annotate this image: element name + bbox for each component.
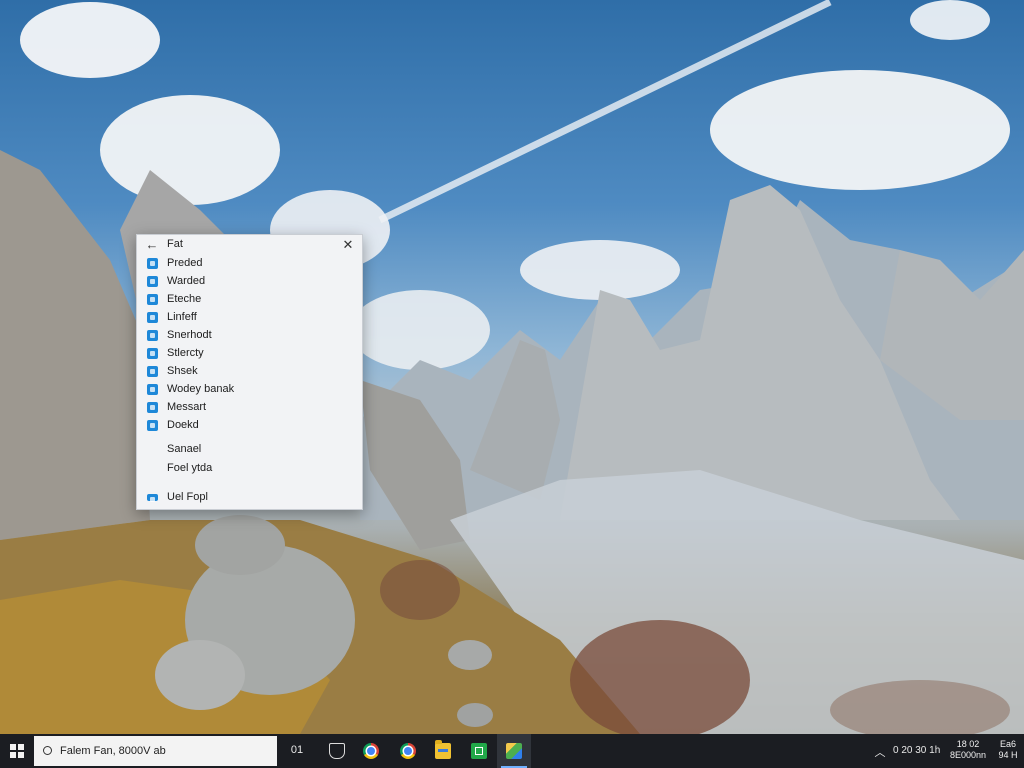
- photos-icon: [506, 743, 522, 759]
- shield-icon: [329, 743, 345, 759]
- menu-item-preded[interactable]: Preded: [145, 255, 355, 272]
- app-icon: [147, 366, 158, 377]
- menu-item-doekd[interactable]: Doekd: [145, 417, 355, 434]
- app-icon: [147, 384, 158, 395]
- taskbar-app-green[interactable]: [462, 734, 496, 768]
- context-menu-panel: ← Fat ✕ Preded Warded Eteche Linfeff Sne…: [136, 234, 363, 510]
- menu-header: ← Fat ✕: [137, 235, 362, 255]
- taskbar-app-photos[interactable]: [497, 734, 531, 768]
- taskbar-app-chrome-2[interactable]: [391, 734, 425, 768]
- menu-item-label: Shsek: [167, 365, 198, 377]
- taskbar-app-file-explorer[interactable]: [426, 734, 460, 768]
- menu-item-label: Uel Fopl: [167, 491, 208, 503]
- close-icon[interactable]: ✕: [340, 237, 356, 253]
- menu-item-shsek[interactable]: Shsek: [145, 363, 355, 380]
- app-icon: [147, 420, 158, 431]
- menu-item-label: Foel ytda: [167, 462, 213, 474]
- menu-item-label: Doekd: [167, 419, 199, 431]
- menu-item-label: Warded: [167, 275, 206, 287]
- menu-item-wodey-banak[interactable]: Wodey banak: [145, 381, 355, 398]
- app-icon: [147, 276, 158, 287]
- clock-date: 8E000nn: [949, 750, 987, 760]
- clock-time: 18 02: [956, 739, 980, 749]
- chrome-icon: [363, 743, 379, 759]
- menu-item-linfeff[interactable]: Linfeff: [145, 309, 355, 326]
- menu-item-label: Snerhodt: [167, 329, 212, 341]
- taskbar-app-chrome[interactable]: [354, 734, 388, 768]
- chrome-icon: [400, 743, 416, 759]
- menu-item-foel-ytda[interactable]: Foel ytda: [145, 460, 355, 477]
- search-text: Falem Fan, 8000V ab: [60, 745, 166, 757]
- app-icon: [147, 494, 158, 502]
- menu-item-stlercty[interactable]: Stlercty: [145, 345, 355, 362]
- taskbar: Falem Fan, 8000V ab 01 ︿ 0 20 30 1h 18 0…: [0, 734, 1024, 768]
- app-icon: [147, 312, 158, 323]
- notification-line-2: 94 H: [998, 750, 1018, 760]
- menu-item-sanael[interactable]: Sanael: [145, 441, 355, 458]
- notification-area[interactable]: Ea6 94 H: [994, 739, 1022, 761]
- menu-item-snerhodt[interactable]: Snerhodt: [145, 327, 355, 344]
- clock[interactable]: 18 02 8E000nn: [948, 739, 988, 761]
- menu-item-warded[interactable]: Warded: [145, 273, 355, 290]
- back-arrow-icon[interactable]: ←: [144, 237, 160, 253]
- menu-item-label: Linfeff: [167, 311, 197, 323]
- menu-item-label: Preded: [167, 257, 203, 269]
- app-icon: [147, 348, 158, 359]
- menu-item-label: Eteche: [167, 293, 202, 305]
- task-view-button[interactable]: 01: [280, 734, 314, 768]
- menu-item-uel-fopl[interactable]: Uel Fopl: [145, 489, 355, 506]
- desktop-wallpaper: ← Fat ✕ Preded Warded Eteche Linfeff Sne…: [0, 0, 1024, 734]
- notification-line-1: Ea6: [999, 739, 1016, 749]
- tray-status-text: 0 20 30 1h: [893, 745, 941, 756]
- windows-logo-icon: [10, 744, 24, 758]
- start-button[interactable]: [0, 734, 34, 768]
- chevron-up-icon[interactable]: ︿: [873, 744, 887, 759]
- menu-item-messart[interactable]: Messart: [145, 399, 355, 416]
- menu-item-label: Stlercty: [167, 347, 204, 359]
- menu-item-label: Messart: [167, 401, 207, 413]
- app-icon: [147, 258, 158, 269]
- app-icon: [147, 330, 158, 341]
- app-icon: [147, 402, 158, 413]
- taskbar-app-security[interactable]: [320, 734, 354, 768]
- taskbar-search-box[interactable]: Falem Fan, 8000V ab: [34, 736, 277, 766]
- menu-item-eteche[interactable]: Eteche: [145, 291, 355, 308]
- task-view-label: 01: [290, 744, 304, 756]
- folder-icon: [435, 740, 451, 759]
- menu-item-label: Sanael: [167, 443, 202, 455]
- menu-item-label: Wodey banak: [167, 383, 235, 395]
- app-icon: [147, 294, 158, 305]
- search-icon: [43, 746, 52, 755]
- menu-title: Fat: [167, 238, 183, 250]
- app-icon: [471, 743, 487, 759]
